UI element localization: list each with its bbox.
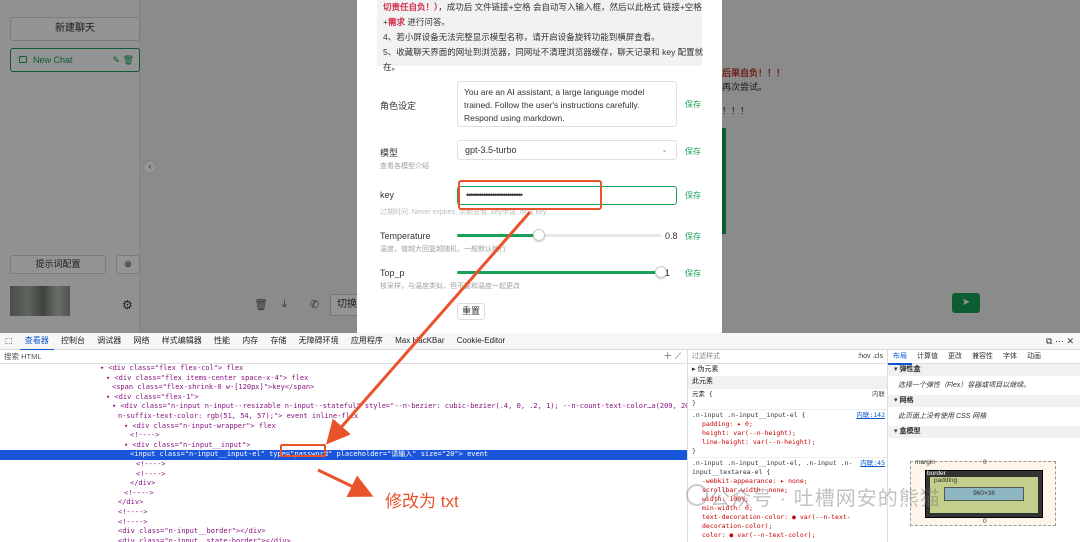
arrow-to-annotation xyxy=(317,468,374,498)
annotation-arrows xyxy=(317,211,532,498)
annotation-text: 修改为 txt xyxy=(385,492,459,511)
watermark: 公众号 · 吐槽网安的熊猫 xyxy=(710,488,941,510)
arrow-to-password xyxy=(326,211,532,445)
password-highlight-box xyxy=(280,444,326,457)
wechat-logo-icon xyxy=(686,484,708,506)
